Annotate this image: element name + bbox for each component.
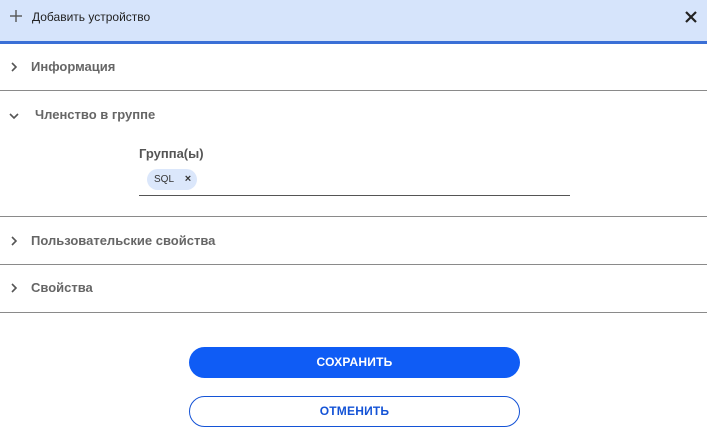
group-chip-sql: SQL × bbox=[147, 169, 198, 190]
chevron-right-icon bbox=[8, 234, 20, 246]
dialog-title: Добавить устройство bbox=[32, 10, 151, 24]
section-membership: Членство в группе bbox=[0, 91, 707, 217]
chip-label: SQL bbox=[154, 174, 175, 185]
section-info-label: Информация bbox=[31, 59, 116, 74]
section-custom-properties: Пользовательские свойства bbox=[0, 217, 707, 265]
add-device-dialog: Добавить устройство Информация Членство … bbox=[0, 0, 707, 443]
chevron-down-icon bbox=[8, 109, 20, 121]
groups-label: Группа(ы) bbox=[139, 146, 204, 161]
section-properties-toggle[interactable]: Свойства bbox=[0, 265, 707, 309]
section-info-toggle[interactable]: Информация bbox=[0, 44, 707, 88]
save-button[interactable]: СОХРАНИТЬ bbox=[189, 347, 520, 378]
section-info: Информация bbox=[0, 44, 707, 91]
section-properties-label: Свойства bbox=[31, 280, 93, 295]
dialog-header: Добавить устройство bbox=[0, 0, 707, 44]
section-custom-properties-label: Пользовательские свойства bbox=[31, 233, 216, 248]
plus-icon bbox=[8, 8, 24, 24]
chip-remove-icon[interactable]: × bbox=[185, 169, 191, 190]
chevron-right-icon bbox=[8, 60, 20, 72]
groups-input[interactable]: SQL × bbox=[139, 167, 570, 196]
section-custom-properties-toggle[interactable]: Пользовательские свойства bbox=[0, 217, 707, 261]
section-membership-toggle[interactable]: Членство в группе bbox=[0, 91, 707, 135]
close-icon[interactable] bbox=[683, 9, 699, 25]
chevron-right-icon bbox=[8, 281, 20, 293]
cancel-button[interactable]: ОТМЕНИТЬ bbox=[189, 396, 520, 427]
section-properties: Свойства bbox=[0, 265, 707, 313]
section-membership-label: Членство в группе bbox=[35, 107, 156, 122]
